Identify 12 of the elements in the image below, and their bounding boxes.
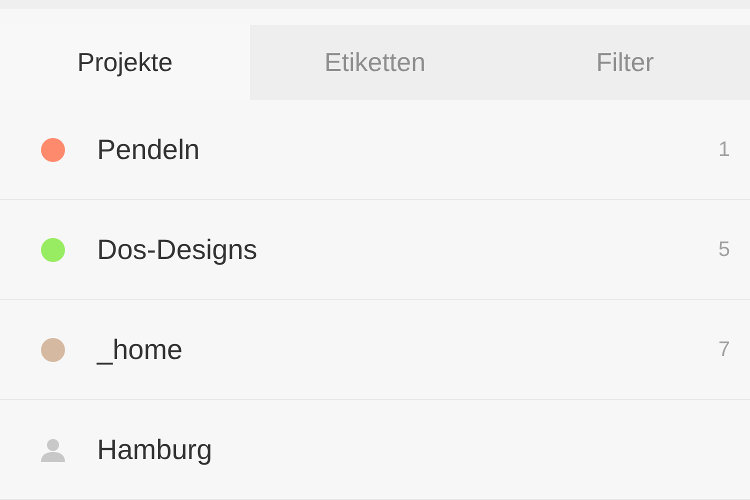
- project-row[interactable]: _home 7: [0, 300, 750, 400]
- project-row[interactable]: Hamburg: [0, 400, 750, 500]
- project-name: _home: [97, 332, 184, 367]
- project-row[interactable]: Dos-Designs 5: [0, 200, 750, 300]
- task-count: 5: [718, 236, 730, 263]
- project-name: Pendeln: [97, 132, 201, 166]
- task-count: 1: [718, 136, 730, 163]
- task-count: 7: [718, 336, 730, 363]
- project-row[interactable]: Pendeln 1: [0, 100, 750, 200]
- project-name: Hamburg: [97, 432, 214, 467]
- person-icon: [41, 438, 65, 462]
- project-name: Dos-Designs: [97, 232, 258, 267]
